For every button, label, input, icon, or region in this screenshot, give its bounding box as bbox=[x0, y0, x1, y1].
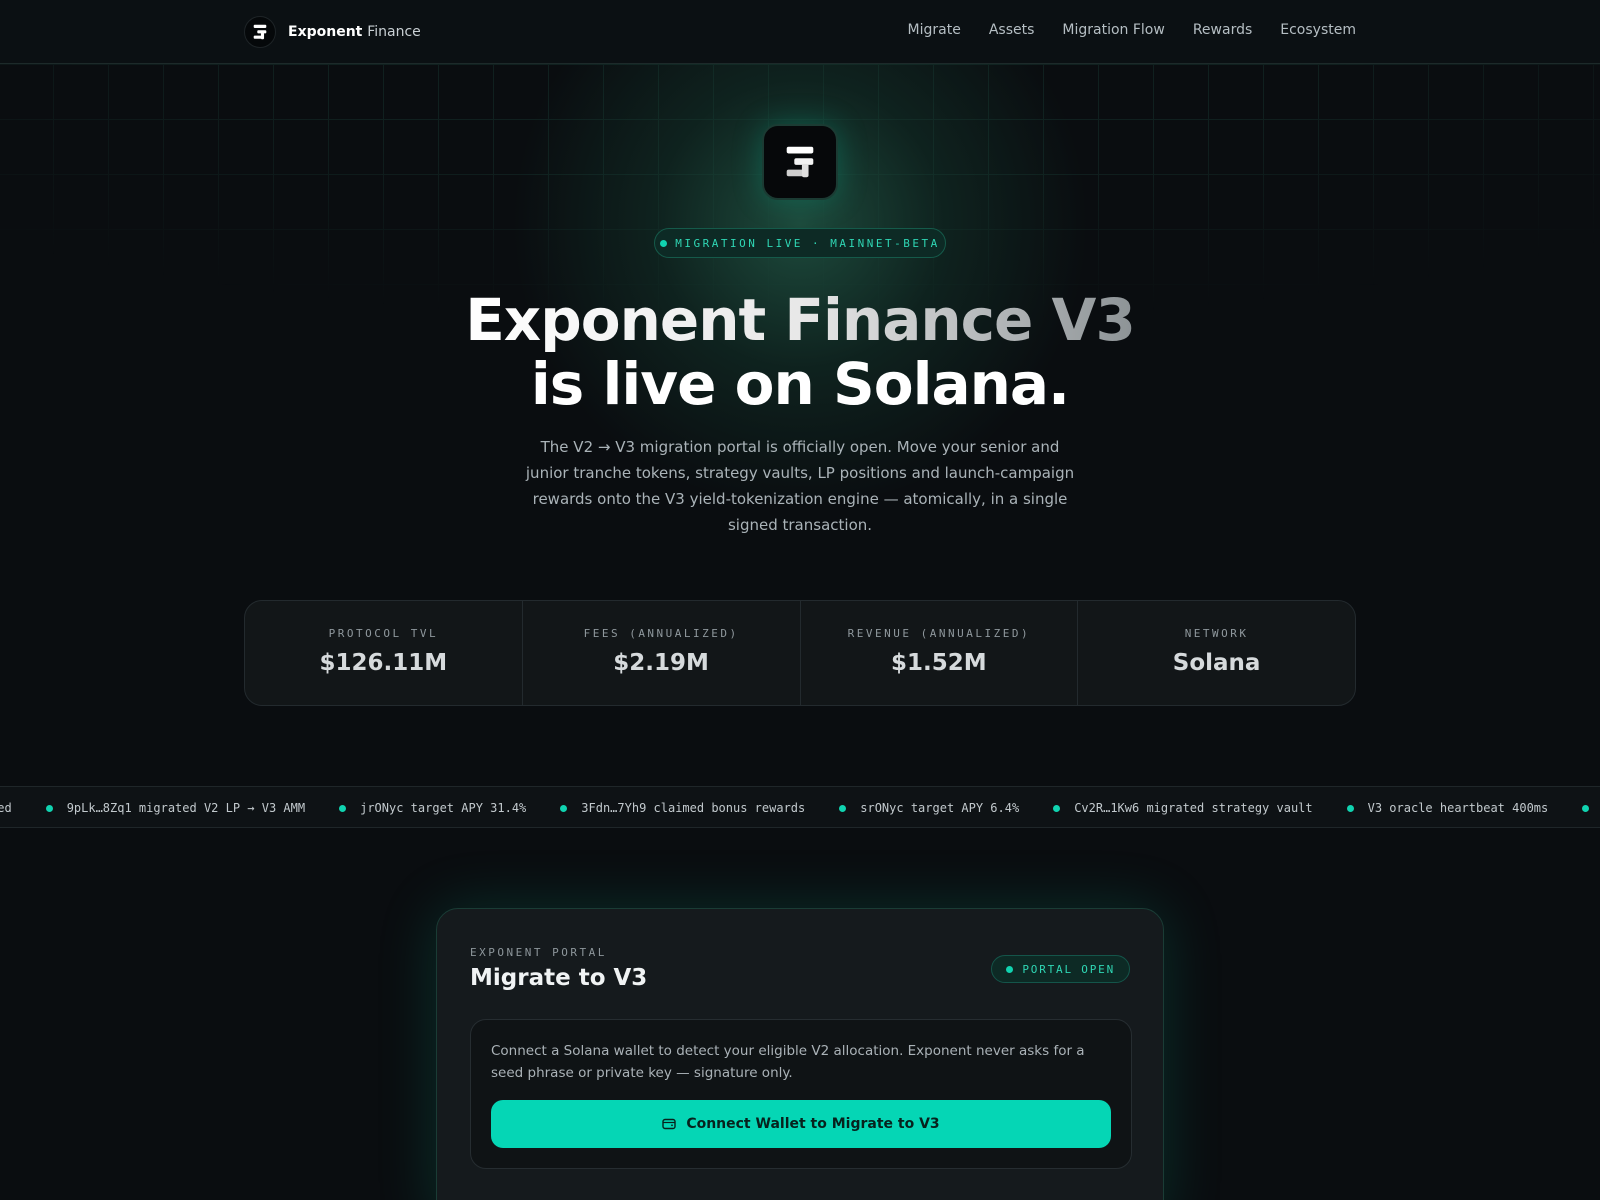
ticker-dot-icon bbox=[339, 804, 347, 812]
brand-name-primary: Exponent bbox=[288, 24, 363, 40]
ticker-item-text: 3Fdn…7Yh9 claimed bonus rewards bbox=[581, 801, 806, 815]
connect-wallet-button-label: Connect Wallet to Migrate to V3 bbox=[686, 1116, 940, 1132]
stat-label: FEES (ANNUALIZED) bbox=[583, 627, 739, 640]
connect-wallet-button[interactable]: Connect Wallet to Migrate to V3 bbox=[491, 1100, 1111, 1148]
exponent-logo-icon bbox=[244, 16, 276, 48]
stat-value: $1.52M bbox=[891, 650, 987, 676]
portal-eyebrow: EXPONENT PORTAL bbox=[470, 946, 607, 959]
stat-network: NETWORK Solana bbox=[1078, 601, 1355, 705]
brand-name: Exponent Finance bbox=[288, 24, 421, 40]
nav-link-migration-flow[interactable]: Migration Flow bbox=[1062, 22, 1164, 38]
hero-lead: The V2 → V3 migration portal is official… bbox=[525, 438, 1075, 534]
stat-label: REVENUE (ANNUALIZED) bbox=[847, 627, 1031, 640]
nav-link-rewards[interactable]: Rewards bbox=[1193, 22, 1252, 38]
ticker-item-text: led bbox=[0, 801, 12, 815]
status-dot-icon bbox=[660, 239, 668, 247]
stat-fees: FEES (ANNUALIZED) $2.19M bbox=[523, 601, 801, 705]
ticker-item: V3 oracle heartbeat 400ms bbox=[1346, 801, 1549, 815]
stat-protocol-tvl: PROTOCOL TVL $126.11M bbox=[245, 601, 523, 705]
nav-link-migrate[interactable]: Migrate bbox=[908, 22, 961, 38]
migration-live-badge: MIGRATION LIVE · MAINNET-BETA bbox=[654, 228, 946, 258]
stats-bar: PROTOCOL TVL $126.11M FEES (ANNUALIZED) … bbox=[244, 600, 1356, 706]
stat-label: NETWORK bbox=[1184, 627, 1249, 640]
stat-revenue: REVENUE (ANNUALIZED) $1.52M bbox=[801, 601, 1079, 705]
nav-link-ecosystem[interactable]: Ecosystem bbox=[1280, 22, 1356, 38]
ticker-item: Cv2R…1Kw6 migrated strategy vault bbox=[1053, 801, 1313, 815]
wallet-icon bbox=[662, 1118, 677, 1130]
ticker-item-text: Cv2R…1Kw6 migrated strategy vault bbox=[1074, 801, 1313, 815]
ticker-item: srONyc target APY 6.4% bbox=[839, 801, 1019, 815]
ticker-dot-icon bbox=[1346, 804, 1354, 812]
migration-live-badge-text: MIGRATION LIVE · MAINNET-BETA bbox=[675, 236, 940, 250]
ticker-item bbox=[1582, 804, 1600, 812]
portal-status-text: PORTAL OPEN bbox=[1022, 962, 1115, 976]
ticker-item-text: V3 oracle heartbeat 400ms bbox=[1367, 801, 1549, 815]
status-dot-icon bbox=[1006, 965, 1014, 973]
ticker-item: 3Fdn…7Yh9 claimed bonus rewards bbox=[560, 801, 805, 815]
ticker-item: led bbox=[0, 801, 12, 815]
migration-portal-card: EXPONENT PORTAL Migrate to V3 PORTAL OPE… bbox=[436, 908, 1164, 1200]
ticker-dot-icon bbox=[1053, 804, 1061, 812]
ticker-dot-icon bbox=[1582, 804, 1590, 812]
stat-label: PROTOCOL TVL bbox=[328, 627, 439, 640]
activity-ticker: led 9pLk…8Zq1 migrated V2 LP → V3 AMM jr… bbox=[0, 786, 1600, 828]
ticker-track: led 9pLk…8Zq1 migrated V2 LP → V3 AMM jr… bbox=[0, 787, 1600, 827]
hero-title: Exponent Finance V3 is live on Solana. bbox=[0, 288, 1600, 416]
ticker-item-text: srONyc target APY 6.4% bbox=[860, 801, 1020, 815]
stat-value: $2.19M bbox=[613, 650, 709, 676]
hero-logo-icon bbox=[762, 124, 838, 200]
ticker-dot-icon bbox=[560, 804, 568, 812]
connect-wallet-description: Connect a Solana wallet to detect your e… bbox=[491, 1043, 1085, 1081]
top-nav: Exponent Finance Migrate Assets Migratio… bbox=[0, 0, 1600, 64]
portal-status-badge: PORTAL OPEN bbox=[991, 955, 1130, 983]
hero-title-line1: Exponent Finance V3 bbox=[465, 286, 1136, 354]
portal-title: Migrate to V3 bbox=[470, 965, 648, 991]
ticker-item-text: 9pLk…8Zq1 migrated V2 LP → V3 AMM bbox=[66, 801, 306, 815]
brand[interactable]: Exponent Finance bbox=[244, 16, 421, 48]
ticker-dot-icon bbox=[839, 804, 847, 812]
stat-value: Solana bbox=[1172, 650, 1261, 676]
ticker-item-text: jrONyc target APY 31.4% bbox=[360, 801, 527, 815]
connect-wallet-panel: Connect a Solana wallet to detect your e… bbox=[470, 1019, 1132, 1169]
ticker-item: jrONyc target APY 31.4% bbox=[339, 801, 526, 815]
stat-value: $126.11M bbox=[319, 650, 448, 676]
ticker-item: 9pLk…8Zq1 migrated V2 LP → V3 AMM bbox=[45, 801, 306, 815]
ticker-dot-icon bbox=[45, 804, 53, 812]
brand-name-secondary: Finance bbox=[367, 24, 421, 40]
nav-link-assets[interactable]: Assets bbox=[989, 22, 1035, 38]
nav-links: Migrate Assets Migration Flow Rewards Ec… bbox=[908, 22, 1356, 38]
hero-title-line2: is live on Solana. bbox=[530, 350, 1070, 418]
